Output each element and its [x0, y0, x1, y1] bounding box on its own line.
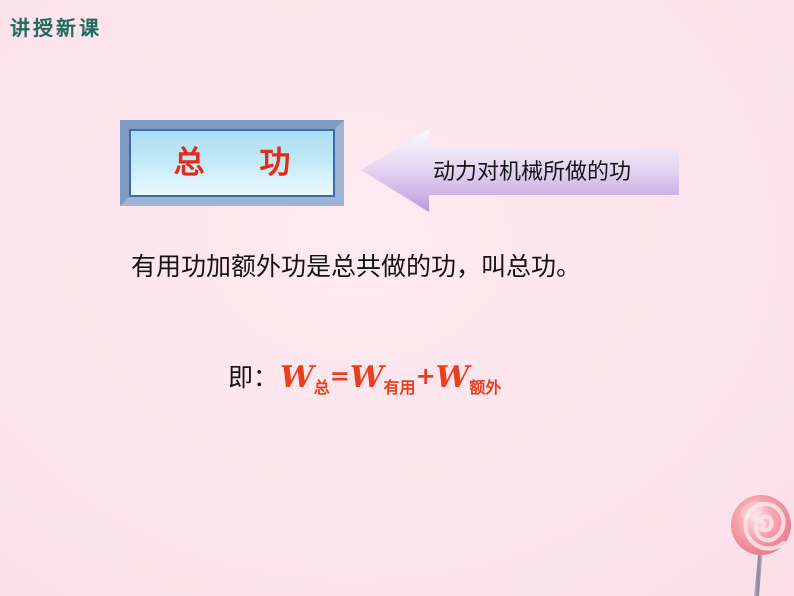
title-box: 总 功 [120, 120, 344, 206]
slide-canvas: 讲授新课 总 功 动力对机械所做的功 有用功加额外功是总共做的功，叫总功。 即：… [0, 0, 794, 596]
formula-prefix: 即： [228, 363, 279, 392]
lollipop-icon [731, 495, 791, 596]
arrow-callout-label: 动力对机械所做的功 [433, 160, 632, 185]
title-box-label: 总 功 [173, 144, 313, 181]
formula-line: 即： W总=W有用+W额外 [228, 358, 502, 397]
formula-term-2-subscript: 有用 [383, 378, 416, 397]
section-heading: 讲授新课 [10, 16, 102, 40]
formula-term-3-symbol: W [435, 360, 470, 395]
formula-term-1-subscript: 总 [313, 378, 330, 397]
title-box-inner-frame: 总 功 [129, 129, 335, 197]
formula-operator-1: = [329, 362, 350, 390]
formula-term-3-subscript: 额外 [469, 378, 502, 397]
body-sentence: 有用功加额外功是总共做的功，叫总功。 [131, 252, 582, 281]
formula-term-2-symbol: W [349, 360, 384, 395]
formula-operator-2: + [415, 362, 436, 390]
arrow-callout: 动力对机械所做的功 [361, 127, 679, 213]
lollipop-decoration [728, 484, 794, 596]
formula-expression: W总=W有用+W额外 [280, 360, 502, 397]
formula-term-1-symbol: W [280, 360, 314, 395]
